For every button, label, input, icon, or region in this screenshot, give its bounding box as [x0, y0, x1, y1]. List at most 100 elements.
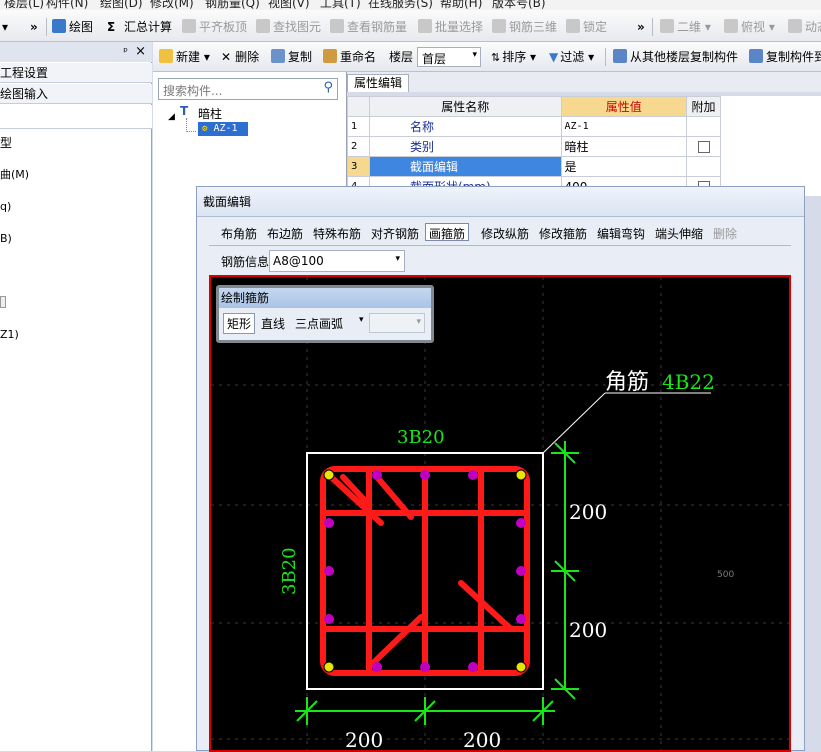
- copy-from-floor-button[interactable]: 从其他楼层复制构件: [613, 48, 738, 66]
- table-row[interactable]: 2 类别 暗柱: [347, 136, 721, 157]
- edge-bar[interactable]: [372, 662, 382, 672]
- dimension-bottom: [295, 697, 555, 725]
- drawing-input-item[interactable]: 绘图输入: [0, 84, 152, 104]
- overflow-button[interactable]: »: [30, 18, 38, 36]
- corner-bar[interactable]: [323, 661, 335, 673]
- tab-draw-stirrup[interactable]: 画箍筋: [425, 223, 470, 241]
- floor-select[interactable]: 首层 ▾: [417, 47, 481, 67]
- expand-box[interactable]: [0, 296, 6, 308]
- tab-properties[interactable]: 属性编辑: [347, 74, 409, 92]
- delete-icon: ✕: [221, 50, 232, 64]
- corner-bar[interactable]: [323, 469, 335, 481]
- tree-item-m[interactable]: 曲(M): [0, 166, 29, 182]
- rebar-3d-button[interactable]: 钢筋三维: [492, 18, 557, 36]
- overflow-button-2[interactable]: »: [637, 18, 645, 36]
- lock-button[interactable]: 锁定: [566, 18, 607, 36]
- edge-bar[interactable]: [516, 566, 526, 576]
- menu-draw[interactable]: 绘图(D): [100, 0, 143, 10]
- edge-bar[interactable]: [372, 470, 382, 480]
- menu-online[interactable]: 在线服务(S): [368, 0, 433, 10]
- tree-item-q[interactable]: q): [0, 200, 11, 213]
- draw-line-button[interactable]: 直线: [261, 315, 285, 332]
- menu-view[interactable]: 视图(V): [268, 0, 310, 10]
- filter-button[interactable]: ▼ 过滤 ▾: [549, 48, 594, 66]
- hook-stroke[interactable]: [328, 474, 384, 526]
- pin-icon[interactable]: ᵖ: [123, 42, 128, 62]
- tab-edit-hook[interactable]: 编辑弯钩: [597, 225, 645, 243]
- draw-rect-button[interactable]: 矩形: [223, 313, 256, 334]
- prop-value[interactable]: AZ-1: [560, 116, 688, 137]
- draw-button[interactable]: 绘图: [52, 18, 93, 36]
- menu-floor[interactable]: 楼层(L): [4, 0, 44, 10]
- tree-item-b[interactable]: B): [0, 232, 12, 245]
- menu-component[interactable]: 构件(N): [46, 0, 88, 10]
- hook-stroke[interactable]: [368, 614, 424, 668]
- prop-value[interactable]: 是: [560, 156, 688, 177]
- edge-bar[interactable]: [324, 614, 334, 624]
- calc-button[interactable]: 汇总计算: [124, 18, 172, 36]
- tab-modify-long[interactable]: 修改纵筋: [481, 225, 529, 243]
- tree-node-root[interactable]: 暗柱: [198, 105, 222, 122]
- top-view-button[interactable]: 俯视 ▾: [724, 18, 775, 36]
- tab-end-stretch[interactable]: 端头伸缩: [655, 225, 703, 243]
- tree-node-child[interactable]: ⚙ AZ-1: [198, 122, 248, 136]
- chevron-down-icon[interactable]: ▾: [2, 18, 8, 36]
- copy-to-button[interactable]: 复制构件到: [749, 48, 821, 66]
- checkbox[interactable]: [697, 140, 710, 153]
- prop-value[interactable]: 暗柱: [560, 136, 688, 157]
- edge-bar[interactable]: [468, 662, 478, 672]
- sort-button[interactable]: ⇅ 排序 ▾: [491, 48, 536, 66]
- corner-bar[interactable]: [515, 661, 527, 673]
- drawing-canvas[interactable]: 角筋 4B22 3B20 3B20 200 200 200 200 500: [209, 275, 791, 752]
- view-2d-button[interactable]: 二维 ▾: [660, 18, 711, 36]
- tab-special-bar[interactable]: 特殊布筋: [313, 225, 361, 243]
- edge-bar[interactable]: [324, 566, 334, 576]
- view-rebar-button[interactable]: 查看钢筋量: [330, 18, 407, 36]
- arc-option-select[interactable]: ▾: [369, 313, 425, 333]
- edge-bar[interactable]: [420, 662, 430, 672]
- edge-bar[interactable]: [468, 470, 478, 480]
- edge-bar[interactable]: [324, 518, 334, 528]
- corner-bar[interactable]: [515, 469, 527, 481]
- copy-button[interactable]: 复制: [271, 48, 312, 66]
- sigma-icon: Σ: [107, 20, 116, 34]
- edge-bar[interactable]: [516, 614, 526, 624]
- project-settings-item[interactable]: 工程设置: [0, 63, 152, 83]
- draw-arc-button[interactable]: 三点画弧: [295, 315, 343, 332]
- tree-connector: [186, 118, 196, 132]
- close-icon[interactable]: ×: [135, 42, 146, 62]
- search-icon[interactable]: ⚲: [323, 80, 333, 95]
- delete-button[interactable]: ✕ 删除: [221, 48, 259, 66]
- find-element-button[interactable]: 查找图元: [256, 18, 321, 36]
- menu-help[interactable]: 帮助(H): [440, 0, 482, 10]
- search-input[interactable]: 搜索构件... ⚲: [158, 78, 338, 100]
- tab-modify-stirrup[interactable]: 修改箍筋: [539, 225, 587, 243]
- menu-rebar[interactable]: 钢筋量(Q): [205, 0, 260, 10]
- menu-version[interactable]: 版本号(B): [492, 0, 546, 10]
- rename-label: 重命名: [340, 50, 377, 64]
- tree-item-z1[interactable]: Z1): [0, 328, 19, 341]
- flat-slab-button[interactable]: 平齐板顶: [182, 18, 247, 36]
- rename-button[interactable]: 重命名: [323, 48, 376, 66]
- batch-select-button[interactable]: 批量选择: [418, 18, 483, 36]
- edge-bar[interactable]: [516, 518, 526, 528]
- extra-cell: [686, 116, 721, 137]
- menu-modify[interactable]: 修改(M): [150, 0, 194, 10]
- new-button[interactable]: 新建 ▾: [159, 48, 210, 66]
- table-row-selected[interactable]: 3 截面编辑 是: [347, 156, 721, 177]
- hook-stroke[interactable]: [458, 580, 514, 632]
- dynamic-button[interactable]: 动态: [788, 18, 821, 36]
- table-row[interactable]: 1 名称 AZ-1: [347, 116, 721, 137]
- menu-tools[interactable]: 工具(T): [320, 0, 361, 10]
- tab-corner-bar[interactable]: 布角筋: [221, 225, 257, 243]
- tab-align-bar[interactable]: 对齐钢筋: [371, 225, 419, 243]
- rebar-info-select[interactable]: A8@100 ▾: [269, 250, 405, 272]
- dialog-title[interactable]: 截面编辑: [197, 187, 804, 217]
- chevron-down-icon[interactable]: ▾: [359, 315, 364, 325]
- tab-delete[interactable]: 删除: [713, 225, 737, 243]
- draw-panel-title[interactable]: 绘制箍筋: [219, 288, 431, 308]
- tab-edge-bar[interactable]: 布边筋: [267, 225, 303, 243]
- tree-item-type[interactable]: 型: [0, 134, 12, 151]
- edge-bar[interactable]: [420, 470, 430, 480]
- tree-expand-icon[interactable]: ◢: [168, 108, 175, 122]
